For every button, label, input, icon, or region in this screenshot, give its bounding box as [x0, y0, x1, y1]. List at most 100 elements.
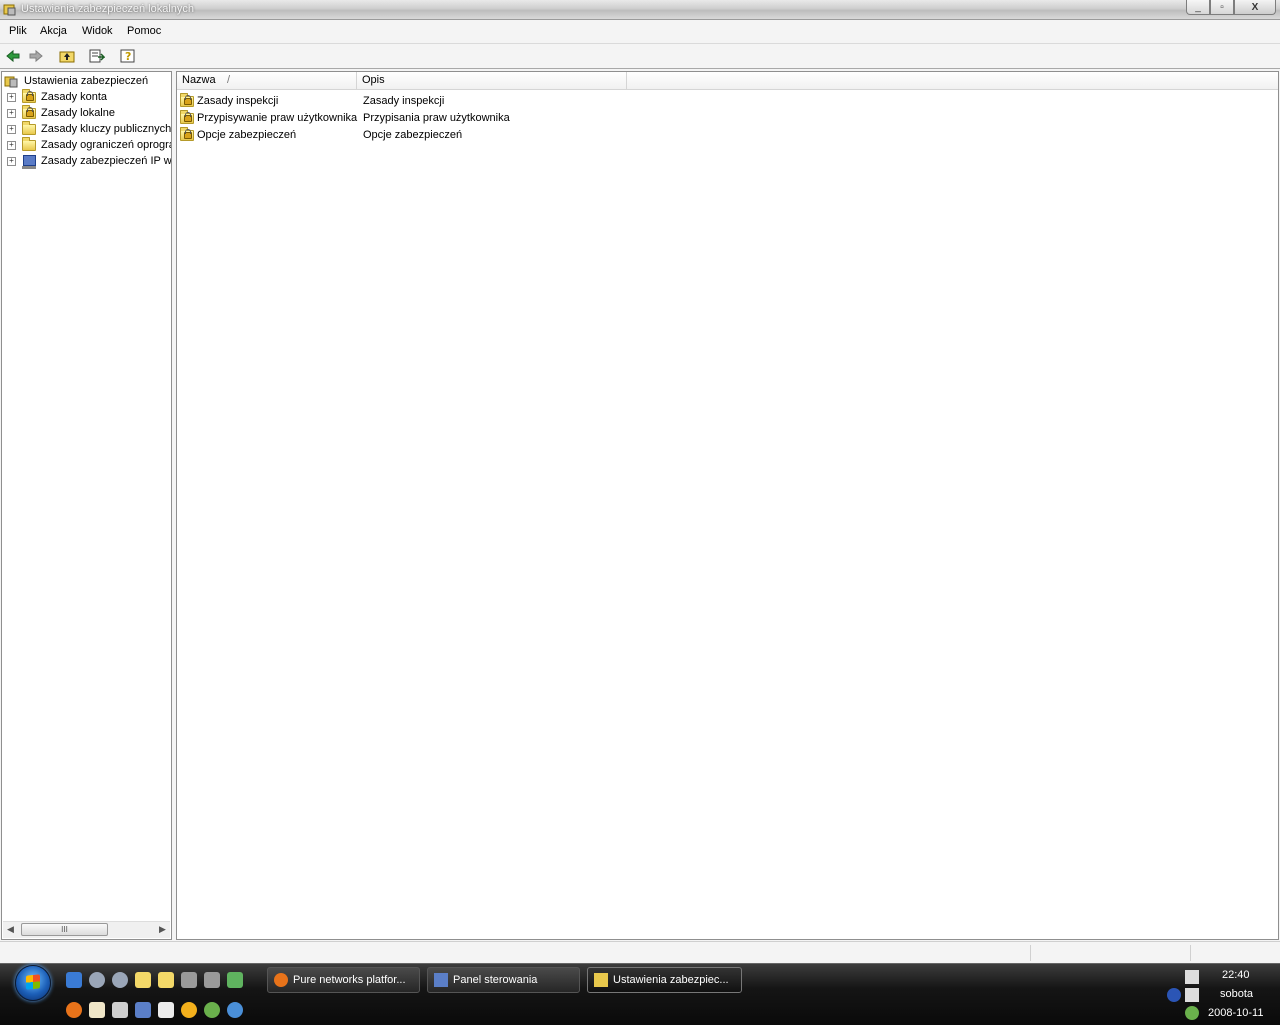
folder-icon[interactable] — [135, 972, 151, 988]
user-icon[interactable] — [112, 972, 128, 988]
tree-item-label: Zasady ograniczeń oprogra — [41, 139, 172, 151]
tray-device-icon[interactable] — [1185, 970, 1199, 984]
minimize-button[interactable]: _ — [1186, 0, 1210, 15]
column-name-label: Nazwa — [182, 74, 216, 86]
network-icon[interactable] — [181, 972, 197, 988]
security-settings-icon — [3, 2, 17, 16]
up-folder-icon[interactable] — [58, 47, 76, 65]
list-item-name: Przypisywanie praw użytkownika — [197, 111, 358, 124]
taskbar-item-label: Ustawienia zabezpiec... — [613, 974, 729, 986]
menu-akcja[interactable]: Akcja — [40, 25, 67, 37]
start-button[interactable] — [15, 965, 51, 1001]
tree-item-label: Zasady konta — [41, 91, 108, 103]
tree-item-label: Zasady lokalne — [41, 107, 115, 119]
clock-date: 2008-10-11 — [1208, 1007, 1264, 1019]
status-bar — [0, 941, 1280, 964]
column-header-description[interactable]: Opis — [357, 72, 627, 89]
column-header-name[interactable]: Nazwa / — [177, 72, 357, 89]
forward-arrow-icon[interactable] — [27, 47, 45, 65]
menu-widok[interactable]: Widok — [82, 25, 113, 37]
tree-item-zasady-kluczy[interactable]: + Zasady kluczy publicznych — [7, 121, 171, 137]
folder-lock-icon — [179, 92, 195, 108]
folder-icon[interactable] — [158, 972, 174, 988]
maximize-button[interactable]: ▫ — [1210, 0, 1234, 15]
list-item-description: Przypisania praw użytkownika — [363, 111, 510, 124]
tree-root-label: Ustawienia zabezpieczeń — [24, 75, 149, 87]
notepad-icon[interactable] — [89, 1002, 105, 1018]
folder-lock-icon — [179, 109, 195, 125]
folder-icon — [21, 137, 37, 152]
control-panel-icon — [434, 973, 448, 987]
toolbar: ? — [0, 44, 1280, 69]
expand-icon[interactable]: + — [7, 124, 16, 134]
display-icon[interactable] — [135, 1002, 151, 1018]
status-separator — [1030, 945, 1031, 961]
taskbar-item-label: Panel sterowania — [453, 974, 538, 986]
list-item[interactable]: Opcje zabezpieczeń Opcje zabezpieczeń — [177, 126, 462, 143]
minimize-icon: _ — [1195, 1, 1201, 13]
expand-icon[interactable]: + — [7, 108, 16, 118]
help-icon[interactable]: ? — [119, 47, 137, 65]
scroll-left-icon[interactable]: ◀ — [7, 924, 14, 935]
title-bar: Ustawienia zabezpieczeń lokalnych _ ▫ X — [0, 0, 1280, 20]
tree-item-label: Zasady kluczy publicznych — [41, 123, 172, 135]
show-hidden-icons-icon[interactable] — [1167, 988, 1181, 1002]
maximize-icon: ▫ — [1220, 1, 1224, 13]
security-settings-icon — [4, 74, 20, 88]
tree-item-zasady-konta[interactable]: + Zasady konta — [7, 89, 107, 105]
recycle-bin-icon[interactable] — [227, 972, 243, 988]
clock-day: sobota — [1220, 988, 1254, 1000]
svg-text:?: ? — [125, 50, 131, 63]
ie-icon[interactable] — [66, 972, 82, 988]
tree-item-label: Zasady zabezpieczeń IP w — [41, 155, 172, 167]
close-button[interactable]: X — [1234, 0, 1276, 15]
taskbar-item-security-settings[interactable]: Ustawienia zabezpiec... — [587, 967, 742, 993]
expand-icon[interactable]: + — [7, 156, 16, 166]
list-item-name: Zasady inspekcji — [197, 94, 279, 107]
network-icon[interactable] — [204, 972, 220, 988]
list-item-description: Zasady inspekcji — [363, 94, 445, 107]
sort-indicator-icon: / — [227, 74, 231, 86]
utorrent-tray-icon[interactable] — [1185, 1006, 1199, 1020]
tree-item-zasady-ip[interactable]: + Zasady zabezpieczeń IP w — [7, 153, 172, 169]
expand-icon[interactable]: + — [7, 140, 16, 150]
taskbar-item-control-panel[interactable]: Panel sterowania — [427, 967, 580, 993]
back-arrow-icon[interactable] — [4, 47, 22, 65]
close-icon: X — [1251, 1, 1259, 13]
skype-icon[interactable] — [227, 1002, 243, 1018]
shield-icon[interactable] — [112, 1002, 128, 1018]
smiley-icon[interactable] — [181, 1002, 197, 1018]
utorrent-icon[interactable] — [204, 1002, 220, 1018]
tree-pane[interactable]: Ustawienia zabezpieczeń + Zasady konta +… — [1, 71, 172, 940]
column-description-label: Opis — [362, 74, 385, 86]
scroll-thumb[interactable]: III — [21, 923, 108, 936]
edit-icon[interactable] — [158, 1002, 174, 1018]
details-list[interactable]: Nazwa / Opis Zasady inspekcji Zasady ins… — [176, 71, 1279, 940]
menu-plik[interactable]: Plik — [9, 25, 27, 37]
list-item-description: Opcje zabezpieczeń — [363, 128, 463, 141]
menu-pomoc[interactable]: Pomoc — [127, 25, 161, 37]
export-list-icon[interactable] — [88, 47, 106, 65]
firefox-icon — [274, 973, 288, 987]
tree-root[interactable]: Ustawienia zabezpieczeń — [4, 73, 148, 89]
firefox-icon[interactable] — [66, 1002, 82, 1018]
tree-item-zasady-ograniczen[interactable]: + Zasady ograniczeń oprogra — [7, 137, 172, 153]
taskbar: Pure networks platfor... Panel sterowani… — [0, 963, 1280, 1025]
expand-icon[interactable]: + — [7, 92, 16, 102]
tree-horizontal-scrollbar[interactable]: ◀ III ▶ — [3, 921, 170, 938]
list-header: Nazwa / Opis — [177, 72, 1278, 90]
tray-device-icon[interactable] — [1185, 988, 1199, 1002]
menu-bar: Plik Akcja Widok Pomoc — [0, 20, 1280, 44]
list-item[interactable]: Przypisywanie praw użytkownika Przypisan… — [177, 109, 510, 126]
user-icon[interactable] — [89, 972, 105, 988]
status-separator — [1190, 945, 1191, 961]
clock-time[interactable]: 22:40 — [1222, 969, 1250, 981]
taskbar-item-firefox[interactable]: Pure networks platfor... — [267, 967, 420, 993]
tree-item-zasady-lokalne[interactable]: + Zasady lokalne — [7, 105, 115, 121]
security-settings-icon — [594, 973, 608, 987]
folder-icon — [21, 121, 37, 136]
list-item[interactable]: Zasady inspekcji Zasady inspekcji — [177, 92, 444, 109]
window-title: Ustawienia zabezpieczeń lokalnych — [21, 3, 195, 15]
folder-lock-icon — [179, 126, 195, 142]
scroll-right-icon[interactable]: ▶ — [159, 924, 166, 935]
